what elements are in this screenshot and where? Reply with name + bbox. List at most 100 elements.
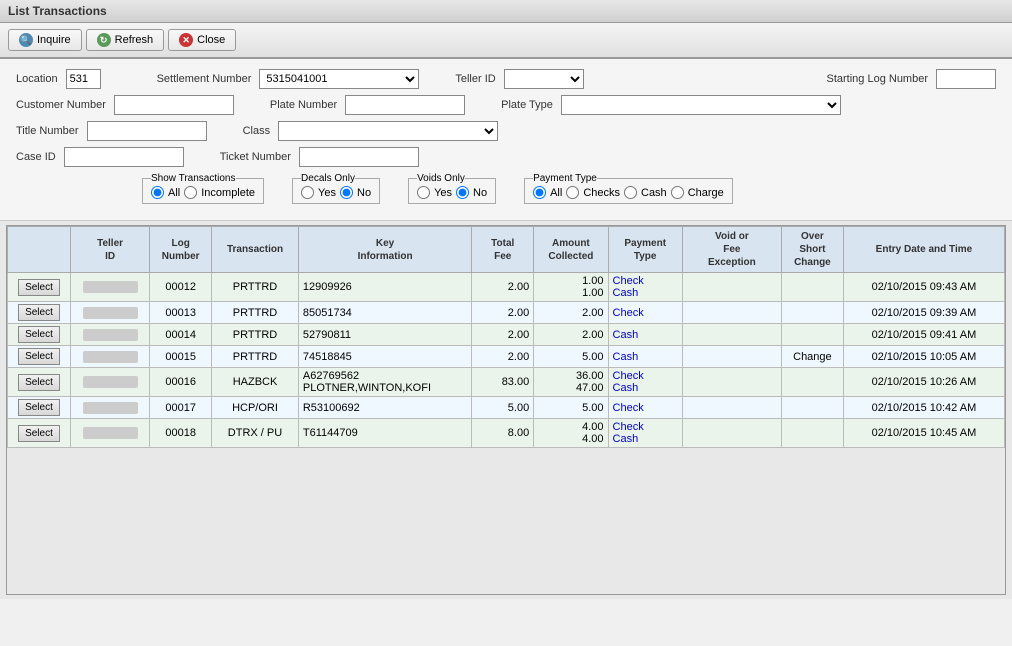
select-button[interactable]: Select [18, 399, 60, 416]
log-number-cell: 00018 [150, 419, 212, 448]
class-select[interactable] [278, 121, 498, 141]
toolbar: 🔍 Inquire ↻ Refresh ✕ Close [0, 23, 1012, 59]
decals-no-radio[interactable] [340, 186, 353, 199]
ticket-number-input[interactable] [299, 147, 419, 167]
void-fee-cell [682, 302, 781, 324]
show-transactions-legend: Show Transactions [151, 173, 236, 184]
voids-no-radio[interactable] [456, 186, 469, 199]
table-row: Select████████00014PRTTRD527908112.002.0… [8, 324, 1005, 346]
table-header-row: TellerID LogNumber Transaction KeyInform… [8, 227, 1005, 273]
key-info-cell: 74518845 [298, 346, 471, 368]
close-label: Close [197, 34, 225, 46]
form-row-2: Customer Number Plate Number Plate Type [16, 95, 996, 115]
log-number-cell: 00015 [150, 346, 212, 368]
amount-collected-cell: 5.00 [534, 346, 608, 368]
entry-date-cell: 02/10/2015 09:41 AM [843, 324, 1004, 346]
amount-collected-cell: 4.00 4.00 [534, 419, 608, 448]
payment-type-cell: Check Cash [608, 273, 682, 302]
starting-log-input[interactable] [936, 69, 996, 89]
table-row: Select████████00017HCP/ORIR531006925.005… [8, 397, 1005, 419]
decals-only-legend: Decals Only [301, 173, 355, 184]
plate-type-select[interactable] [561, 95, 841, 115]
form-section: Location Settlement Number 5315041001 Te… [0, 59, 1012, 221]
inquire-button[interactable]: 🔍 Inquire [8, 29, 82, 51]
key-info-cell: 52790811 [298, 324, 471, 346]
transaction-cell: HCP/ORI [212, 397, 299, 419]
over-short-cell [781, 419, 843, 448]
over-short-cell [781, 397, 843, 419]
payment-type-cell: Check Cash [608, 419, 682, 448]
th-payment-type: PaymentType [608, 227, 682, 273]
payment-type-cell: Check [608, 302, 682, 324]
voids-only-radios: Yes No [417, 186, 487, 199]
settlement-number-label: Settlement Number [157, 73, 252, 85]
over-short-cell [781, 324, 843, 346]
voids-yes-label: Yes [434, 187, 452, 199]
payment-type-cell: Cash [608, 346, 682, 368]
case-id-label: Case ID [16, 151, 56, 163]
voids-only-group: Voids Only Yes No [408, 173, 496, 204]
decals-yes-label: Yes [318, 187, 336, 199]
refresh-button[interactable]: ↻ Refresh [86, 29, 165, 51]
payment-all-radio[interactable] [533, 186, 546, 199]
decals-no-label: No [357, 187, 371, 199]
select-button[interactable]: Select [18, 374, 60, 391]
refresh-label: Refresh [115, 34, 154, 46]
payment-type-radios: All Checks Cash Charge [533, 186, 724, 199]
payment-type-group: Payment Type All Checks Cash Charge [524, 173, 733, 204]
entry-date-cell: 02/10/2015 10:26 AM [843, 368, 1004, 397]
total-fee-cell: 2.00 [472, 302, 534, 324]
case-id-input[interactable] [64, 147, 184, 167]
th-log-number: LogNumber [150, 227, 212, 273]
select-button[interactable]: Select [18, 304, 60, 321]
teller-id-label: Teller ID [455, 73, 495, 85]
total-fee-cell: 5.00 [472, 397, 534, 419]
payment-checks-radio[interactable] [566, 186, 579, 199]
select-button[interactable]: Select [18, 279, 60, 296]
payment-type-cell: Check [608, 397, 682, 419]
amount-collected-cell: 5.00 [534, 397, 608, 419]
void-fee-cell [682, 419, 781, 448]
show-incomplete-radio[interactable] [184, 186, 197, 199]
teller-id-cell: ████████ [83, 307, 138, 319]
select-button[interactable]: Select [18, 326, 60, 343]
plate-number-input[interactable] [345, 95, 465, 115]
payment-all-label: All [550, 187, 562, 199]
void-fee-cell [682, 273, 781, 302]
payment-charge-radio[interactable] [671, 186, 684, 199]
amount-collected-cell: 2.00 [534, 324, 608, 346]
th-amount-collected: AmountCollected [534, 227, 608, 273]
location-input[interactable] [66, 69, 101, 89]
starting-log-label: Starting Log Number [827, 73, 929, 85]
inquire-label: Inquire [37, 34, 71, 46]
entry-date-cell: 02/10/2015 09:39 AM [843, 302, 1004, 324]
show-all-radio[interactable] [151, 186, 164, 199]
voids-no-label: No [473, 187, 487, 199]
form-row-3: Title Number Class [16, 121, 996, 141]
payment-cash-radio[interactable] [624, 186, 637, 199]
title-number-input[interactable] [87, 121, 207, 141]
table-row: Select████████00013PRTTRD850517342.002.0… [8, 302, 1005, 324]
entry-date-cell: 02/10/2015 10:42 AM [843, 397, 1004, 419]
key-info-cell: A62769562 PLOTNER,WINTON,KOFI [298, 368, 471, 397]
decals-yes-radio[interactable] [301, 186, 314, 199]
void-fee-cell [682, 346, 781, 368]
close-icon: ✕ [179, 33, 193, 47]
teller-id-cell: ████████ [83, 351, 138, 363]
amount-collected-cell: 36.00 47.00 [534, 368, 608, 397]
total-fee-cell: 83.00 [472, 368, 534, 397]
window-title: List Transactions [8, 4, 107, 18]
title-bar: List Transactions [0, 0, 1012, 23]
select-button[interactable]: Select [18, 348, 60, 365]
table-wrapper[interactable]: TellerID LogNumber Transaction KeyInform… [6, 225, 1006, 595]
voids-yes-radio[interactable] [417, 186, 430, 199]
over-short-cell [781, 368, 843, 397]
th-teller-id: TellerID [70, 227, 149, 273]
customer-number-input[interactable] [114, 95, 234, 115]
close-button[interactable]: ✕ Close [168, 29, 236, 51]
select-button[interactable]: Select [18, 425, 60, 442]
settlement-number-select[interactable]: 5315041001 [259, 69, 419, 89]
entry-date-cell: 02/10/2015 09:43 AM [843, 273, 1004, 302]
transaction-cell: PRTTRD [212, 346, 299, 368]
teller-id-select[interactable] [504, 69, 584, 89]
